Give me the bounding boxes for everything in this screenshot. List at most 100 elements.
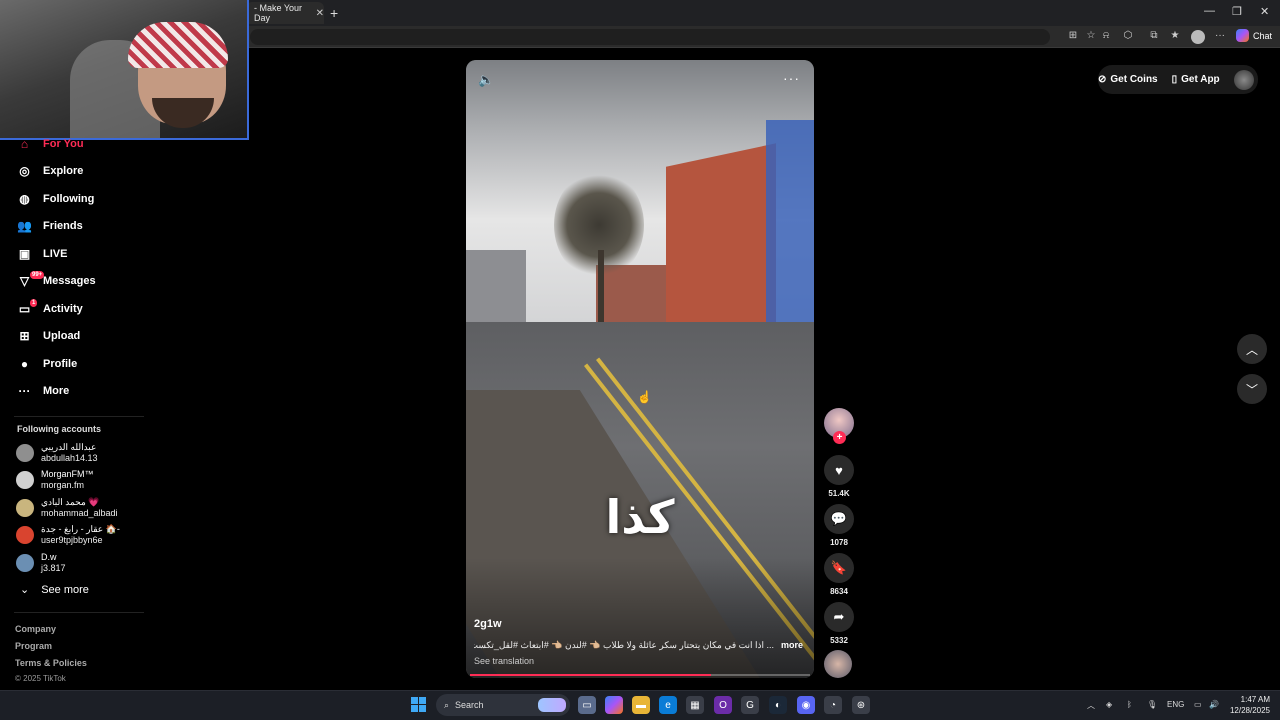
save-button[interactable]: 🔖 bbox=[824, 553, 854, 583]
account-handle: j3.817 bbox=[41, 563, 66, 573]
account-text: عقار - رابغ - جدة 🏠- user9tpjbbyn6e bbox=[41, 524, 120, 546]
copilot-icon bbox=[1236, 29, 1249, 42]
following-account[interactable]: محمد البادي 💗 mohammad_albadi bbox=[16, 497, 118, 519]
following-account[interactable]: D.w j3.817 bbox=[16, 552, 66, 574]
chat-label: Chat bbox=[1253, 30, 1273, 41]
music-disc-icon[interactable] bbox=[824, 650, 852, 678]
share-button[interactable]: ➦ bbox=[824, 602, 854, 632]
video-author[interactable]: 2g1w bbox=[474, 618, 502, 630]
browser-tab[interactable]: - Make Your Day ✕ bbox=[246, 2, 324, 24]
account-handle: morgan.fm bbox=[41, 480, 85, 490]
profile-icon: ● bbox=[20, 357, 29, 371]
sidebar-item-for-you[interactable]: ⌂ For You bbox=[16, 134, 84, 154]
app-icon[interactable]: ◔ bbox=[824, 696, 842, 714]
sidebar-item-friends[interactable]: 👥 Friends bbox=[16, 216, 83, 236]
bluetooth-icon[interactable]: ᛒ bbox=[1127, 700, 1132, 709]
notification-icon[interactable]: ⍾ bbox=[1099, 30, 1113, 41]
address-bar[interactable] bbox=[250, 29, 1050, 45]
see-more-label: See more bbox=[41, 583, 89, 596]
follow-button[interactable]: + bbox=[833, 431, 846, 444]
sidebar-item-explore[interactable]: ◎ Explore bbox=[16, 161, 83, 181]
sidebar-item-profile[interactable]: ● Profile bbox=[16, 354, 77, 374]
sidebar-item-upload[interactable]: ⊞ Upload bbox=[16, 326, 80, 346]
microphone-icon[interactable]: 🎙 bbox=[1147, 700, 1157, 709]
coin-icon: ⊘ bbox=[1098, 74, 1107, 85]
store-icon[interactable]: ▦ bbox=[686, 696, 704, 714]
favorites-bar-icon[interactable]: ★ bbox=[1168, 30, 1182, 41]
get-app-button[interactable]: ▯ Get App bbox=[1172, 74, 1220, 85]
minimize-icon[interactable]: — bbox=[1204, 5, 1215, 17]
windows-start-icon[interactable] bbox=[411, 697, 426, 712]
extensions-icon[interactable]: ⬡ bbox=[1121, 30, 1135, 41]
description-more-button[interactable]: more bbox=[781, 640, 803, 650]
account-name: D.w bbox=[41, 552, 57, 562]
sidebar-item-live[interactable]: ▣ LIVE bbox=[16, 244, 68, 264]
browser-menu-icon[interactable]: ··· bbox=[1213, 30, 1227, 41]
search-label: Search bbox=[455, 700, 484, 710]
sidebar-item-label: Explore bbox=[43, 165, 84, 177]
see-more-button[interactable]: ⌄ See more bbox=[20, 583, 89, 597]
mouse-cursor-icon: ☝ bbox=[637, 390, 652, 404]
get-coins-button[interactable]: ⊘ Get Coins bbox=[1098, 74, 1158, 85]
sidebar-item-activity[interactable]: 1 ▭ Activity bbox=[16, 299, 83, 319]
new-tab-icon[interactable]: + bbox=[330, 5, 338, 21]
video-player[interactable]: كذا 🔈 ··· ☝ 2g1w ... اذا انت في مكان يتح… bbox=[466, 60, 814, 678]
sidebar-item-label: Profile bbox=[43, 358, 78, 370]
sidebar-item-messages[interactable]: 99+ ▽ Messages bbox=[16, 271, 96, 291]
file-explorer-icon[interactable]: ▬ bbox=[632, 696, 650, 714]
window-close-icon[interactable]: ✕ bbox=[1260, 5, 1269, 18]
bookmark-icon: 🔖 bbox=[830, 560, 848, 575]
language-indicator[interactable]: ENG bbox=[1167, 700, 1184, 709]
comment-icon: 💬 bbox=[830, 511, 848, 526]
tray-overflow-icon[interactable]: ︿ bbox=[1087, 700, 1095, 711]
taskbar-clock[interactable]: 1:47 AM 12/28/2025 bbox=[1226, 694, 1270, 716]
steam-icon[interactable]: ◐ bbox=[769, 696, 787, 714]
footer-program-link[interactable]: Program bbox=[15, 641, 52, 651]
see-translation-link[interactable]: See translation bbox=[474, 656, 534, 666]
opera-gx-icon[interactable]: O bbox=[714, 696, 732, 714]
account-handle: mohammad_albadi bbox=[41, 508, 118, 518]
video-tree-trunk bbox=[598, 250, 604, 330]
discord-icon[interactable]: ◉ bbox=[797, 696, 815, 714]
video-menu-icon[interactable]: ··· bbox=[783, 70, 800, 86]
copilot-chat-button[interactable]: Chat bbox=[1236, 29, 1272, 42]
browser-profile-avatar[interactable] bbox=[1191, 30, 1205, 44]
avatar bbox=[16, 526, 34, 544]
collections-icon[interactable]: ⧉ bbox=[1147, 30, 1161, 41]
volume-icon[interactable]: 🔈 bbox=[478, 72, 494, 88]
share-icon: ➦ bbox=[833, 609, 845, 624]
tray-app-icon[interactable]: ◈ bbox=[1106, 700, 1112, 709]
avatar bbox=[16, 444, 34, 462]
sidebar-item-following[interactable]: ◍ Following bbox=[16, 189, 94, 209]
taskbar-search[interactable]: ⌕ Search bbox=[436, 694, 570, 716]
maximize-icon[interactable]: ❐ bbox=[1232, 5, 1242, 18]
split-screen-icon[interactable]: ⊞ bbox=[1066, 30, 1080, 41]
chevron-down-icon: ⌄ bbox=[20, 584, 30, 596]
edge-browser-icon[interactable]: e bbox=[659, 696, 677, 714]
next-video-button[interactable]: ﹀ bbox=[1237, 374, 1267, 404]
webcam-overlay bbox=[0, 0, 249, 140]
capcut-icon[interactable]: G bbox=[741, 696, 759, 714]
network-icon[interactable]: ▭ bbox=[1194, 700, 1202, 709]
footer-terms-link[interactable]: Terms & Policies bbox=[15, 658, 87, 668]
following-account[interactable]: عقار - رابغ - جدة 🏠- user9tpjbbyn6e bbox=[16, 524, 120, 546]
tab-close-icon[interactable]: ✕ bbox=[316, 8, 324, 19]
account-handle: abdullah14.13 bbox=[41, 453, 98, 463]
previous-video-button[interactable]: ︿ bbox=[1237, 334, 1267, 364]
sidebar-item-more[interactable]: ··· More bbox=[16, 381, 70, 401]
user-avatar[interactable] bbox=[1233, 69, 1254, 90]
following-account[interactable]: MorganFM™ morgan.fm bbox=[16, 469, 94, 491]
like-button[interactable]: ♥ bbox=[824, 455, 854, 485]
screen: - Make Your Day ✕ + — ❐ ✕ ⊞ ☆ ⍾ ⬡ ⧉ ★ ··… bbox=[0, 0, 1280, 720]
following-account[interactable]: عبدالله الدريبي abdullah14.13 bbox=[16, 442, 98, 464]
favorite-star-icon[interactable]: ☆ bbox=[1084, 30, 1098, 41]
volume-tray-icon[interactable]: 🔊 bbox=[1209, 700, 1219, 709]
video-caption: كذا bbox=[605, 490, 675, 544]
footer-company-link[interactable]: Company bbox=[15, 624, 56, 634]
messages-icon: ▽ bbox=[19, 274, 30, 288]
video-progress-bar[interactable] bbox=[470, 674, 810, 676]
task-view-icon[interactable]: ▭ bbox=[578, 696, 596, 714]
copilot-app-icon[interactable] bbox=[605, 696, 623, 714]
comment-button[interactable]: 💬 bbox=[824, 504, 854, 534]
gamepad-icon[interactable]: ⊛ bbox=[852, 696, 870, 714]
